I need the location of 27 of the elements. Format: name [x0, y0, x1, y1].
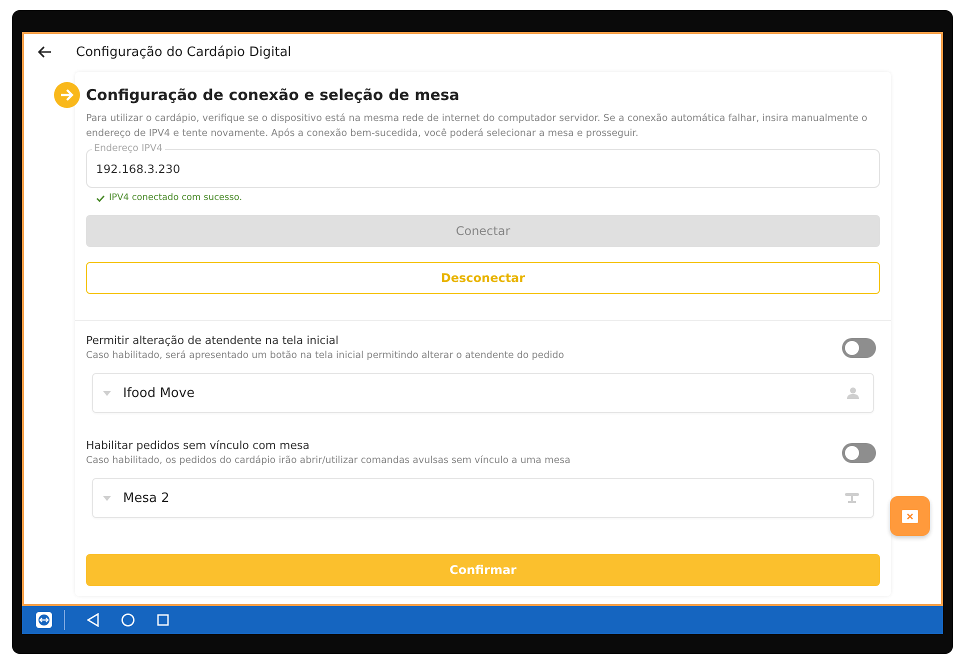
select-field[interactable]: Mesa 2: [92, 478, 874, 518]
arrow-right-icon: [54, 82, 80, 108]
caret-icon: [103, 390, 111, 396]
close-icon: [902, 510, 918, 522]
select-field[interactable]: Ifood Move: [92, 373, 874, 413]
section-title: Configuração de conexão e seleção de mesa: [86, 86, 460, 104]
back-arrow-icon[interactable]: [38, 46, 52, 58]
setting-description: Caso habilitado, os pedidos do cardápio irão abrir/utilizar comandas avulsas sem vínculo a uma mesa: [86, 455, 572, 466]
field-value: 192.168.3.230: [96, 162, 180, 176]
setting-description: Caso habilitado, será apresentado um botão na tela inicial permitindo alterar o atendente do pedido: [86, 350, 566, 361]
setting-title: Permitir alteração de atendente na tela inicial: [86, 334, 340, 347]
toggle-switch[interactable]: [842, 338, 876, 358]
toggle-switch[interactable]: [842, 442, 876, 462]
recents-icon[interactable]: [157, 614, 169, 626]
caret-icon: [103, 496, 111, 500]
field-label: Endereço IPV4: [92, 142, 165, 155]
table-icon: [845, 492, 859, 504]
back-icon[interactable]: [87, 613, 99, 627]
person-icon: [847, 387, 859, 399]
check-icon: [96, 194, 105, 202]
home-icon[interactable]: [121, 613, 135, 627]
ipv4-field[interactable]: Endereço IPV4 192.168.3.230: [86, 142, 880, 188]
setting-title: Habilitar pedidos sem vínculo com mesa: [86, 439, 310, 452]
status-message: IPV4 conectado com sucesso.: [109, 193, 242, 203]
section-description: Para utilizar o cardápio, verifique se o dispositivo está na mesma rede de internet do computador servidor. Se a conexão automática falhar, insira manualmente o endereço de IPV4 e tente novamente. Após a conexão bem-sucedida, você poderá selecionar a mesa e prosseguir.: [86, 112, 868, 141]
remote-app-icon[interactable]: [36, 612, 52, 628]
page-title: Configuração do Cardápio Digital: [76, 44, 292, 60]
